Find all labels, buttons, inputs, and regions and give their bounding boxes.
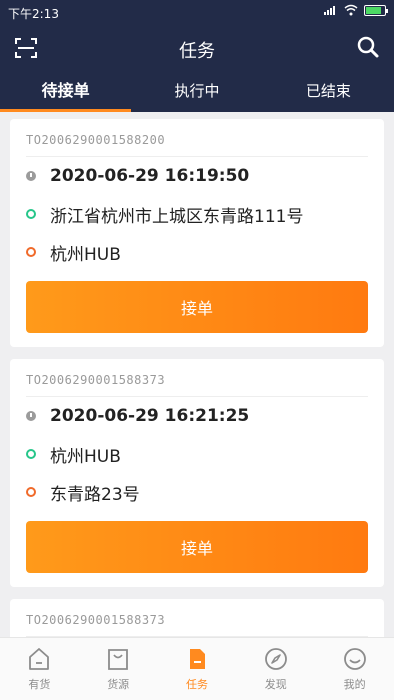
task-icon xyxy=(189,649,205,669)
smile-icon xyxy=(343,648,366,670)
destination-address: 杭州HUB xyxy=(50,244,121,265)
page-title: 任务 xyxy=(179,41,215,62)
status-time: 下午2:13 xyxy=(8,7,59,21)
origin-dot-icon xyxy=(26,449,36,459)
clock-icon xyxy=(26,171,36,181)
nav-label: 发现 xyxy=(264,678,287,691)
nav-item-tasks[interactable]: 任务 xyxy=(158,638,237,700)
task-card: TO2006290001588373 2020-06-29 16:21:25 杭… xyxy=(10,359,384,587)
destination-dot-icon xyxy=(26,487,36,497)
clock-icon xyxy=(26,411,36,421)
search-icon[interactable] xyxy=(356,35,380,59)
signal-icon xyxy=(324,5,338,15)
order-number: TO2006290001588200 xyxy=(26,119,368,157)
origin-dot-icon xyxy=(26,209,36,219)
bottom-nav: 有货 货源 任务 发现 我的 xyxy=(0,637,394,700)
status-icons xyxy=(324,4,388,16)
home-icon xyxy=(29,648,50,670)
nav-item-discover[interactable]: 发现 xyxy=(236,638,315,700)
bag-icon xyxy=(108,649,129,670)
task-card: TO2006290001588200 2020-06-29 16:19:50 浙… xyxy=(10,119,384,347)
destination-row: 杭州HUB xyxy=(26,233,368,271)
origin-row: 浙江省杭州市上城区东青路111号 xyxy=(26,195,368,233)
tab-in-progress[interactable]: 执行中 xyxy=(131,70,262,112)
nav-item-cargo[interactable]: 货源 xyxy=(79,638,158,700)
tab-pending[interactable]: 待接单 xyxy=(0,70,132,112)
compass-icon xyxy=(264,648,287,670)
battery-icon xyxy=(364,4,388,16)
order-number: TO2006290001588373 xyxy=(26,359,368,397)
status-tabs: 待接单 执行中 已结束 xyxy=(0,70,394,112)
tab-finished[interactable]: 已结束 xyxy=(263,70,394,112)
app-header: 任务 xyxy=(0,26,394,70)
accept-order-button[interactable]: 接单 xyxy=(26,521,368,573)
wifi-icon xyxy=(344,4,358,16)
nav-label: 我的 xyxy=(343,678,366,691)
nav-item-profile[interactable]: 我的 xyxy=(315,638,394,700)
pickup-time-row: 2020-06-29 16:21:25 xyxy=(26,397,368,435)
order-number: TO2006290001588373 xyxy=(26,599,368,637)
status-bar: 下午2:13 xyxy=(0,0,394,26)
origin-address: 浙江省杭州市上城区东青路111号 xyxy=(50,206,304,227)
origin-address: 杭州HUB xyxy=(50,446,121,467)
nav-item-home[interactable]: 有货 xyxy=(0,638,79,700)
nav-label: 有货 xyxy=(28,678,51,691)
pickup-time: 2020-06-29 16:19:50 xyxy=(50,166,250,186)
task-list[interactable]: TO2006290001588200 2020-06-29 16:19:50 浙… xyxy=(0,112,394,637)
destination-address: 东青路23号 xyxy=(50,484,140,505)
nav-label: 任务 xyxy=(185,678,208,691)
pickup-time-row: 2020-06-29 16:19:50 xyxy=(26,157,368,195)
task-card: TO2006290001588373 xyxy=(10,599,384,637)
destination-dot-icon xyxy=(26,247,36,257)
nav-label: 货源 xyxy=(107,678,130,691)
destination-row: 东青路23号 xyxy=(26,473,368,511)
accept-order-button[interactable]: 接单 xyxy=(26,281,368,333)
origin-row: 杭州HUB xyxy=(26,435,368,473)
pickup-time: 2020-06-29 16:21:25 xyxy=(50,406,250,426)
